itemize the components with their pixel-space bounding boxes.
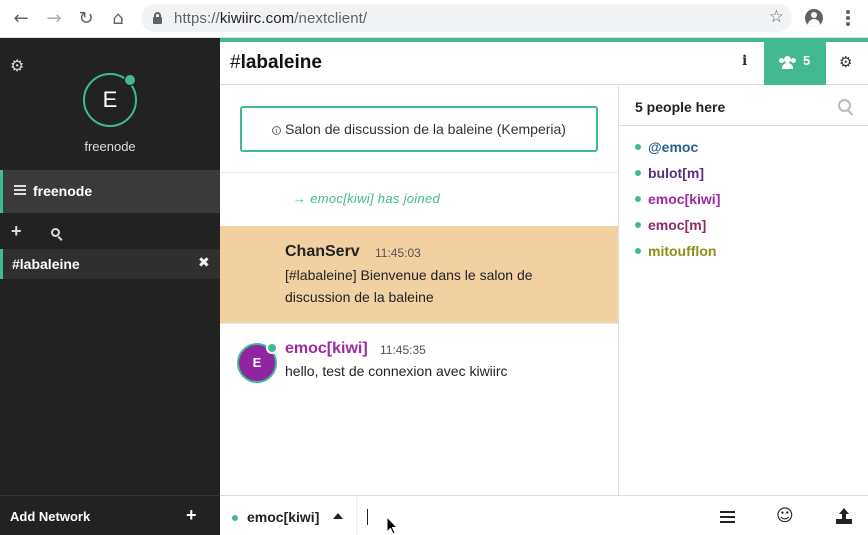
info-circle-icon: i bbox=[272, 126, 282, 135]
avatar-letter: E bbox=[252, 355, 262, 370]
emoji-icon[interactable]: ☺ bbox=[776, 506, 794, 526]
sidebar-item-labaleine[interactable]: #labaleine ✖ bbox=[0, 249, 220, 279]
divider bbox=[220, 323, 618, 324]
gear-icon[interactable]: ⚙ bbox=[10, 56, 24, 75]
server-icon bbox=[14, 185, 26, 196]
add-network-button[interactable]: Add Network + bbox=[0, 495, 220, 535]
self-nick-button[interactable]: emoc[kiwi] bbox=[220, 496, 357, 535]
browser-toolbar: ← → ↻ ⌂ https://kiwiirc.com/nextclient/ … bbox=[0, 0, 868, 38]
network-tools: + bbox=[0, 218, 220, 248]
message-nick[interactable]: emoc[kiwi] bbox=[285, 340, 368, 358]
list-item[interactable]: @emoc bbox=[635, 139, 698, 161]
nick-list-header: 5 people here bbox=[619, 86, 868, 126]
online-dot-icon bbox=[635, 248, 641, 254]
avatar-letter: E bbox=[102, 87, 118, 112]
message-avatar[interactable]: E bbox=[237, 342, 278, 383]
add-network-label: Add Network bbox=[10, 509, 91, 524]
online-dot-icon bbox=[232, 515, 238, 521]
online-status-icon bbox=[266, 342, 278, 354]
browser-menu-icon[interactable] bbox=[838, 8, 858, 30]
list-item[interactable]: emoc[kiwi] bbox=[635, 191, 720, 213]
mouse-pointer-icon bbox=[386, 516, 398, 535]
sidebar-item-freenode[interactable]: freenode bbox=[0, 170, 220, 213]
list-item[interactable]: bulot[m] bbox=[635, 165, 704, 187]
info-icon[interactable]: i bbox=[742, 53, 747, 69]
join-notice: → emoc[kiwi] has joined bbox=[293, 191, 441, 206]
network-name: freenode bbox=[84, 139, 136, 154]
text-cursor bbox=[367, 509, 368, 525]
online-status-icon bbox=[124, 74, 136, 86]
list-item[interactable]: mitoufflon bbox=[635, 243, 716, 265]
hamburger-menu-icon[interactable] bbox=[720, 511, 735, 523]
message-text: [#labaleine] Bienvenue dans le salon de … bbox=[285, 267, 533, 305]
profile-icon[interactable] bbox=[805, 9, 823, 27]
sidebar: ⚙ E freenode freenode + #labaleine ✖ Add… bbox=[0, 38, 220, 535]
plus-icon: + bbox=[186, 505, 197, 525]
caret-up-icon bbox=[333, 513, 343, 519]
channel-search-icon[interactable] bbox=[51, 228, 63, 241]
online-dot-icon bbox=[635, 222, 641, 228]
url-text: https://kiwiirc.com/nextclient/ bbox=[174, 10, 368, 27]
message-text: hello, test de connexion avec kiwiirc bbox=[285, 363, 508, 379]
message-input[interactable] bbox=[366, 502, 696, 530]
page-title: #labaleine bbox=[230, 52, 322, 73]
people-button[interactable]: 5 bbox=[764, 38, 826, 85]
nick-list: 5 people here @emoc bulot[m] emoc[kiwi] … bbox=[618, 86, 868, 495]
avatar[interactable]: E bbox=[83, 73, 137, 127]
online-dot-icon bbox=[635, 144, 641, 150]
self-nick-label: emoc[kiwi] bbox=[247, 509, 320, 525]
channel-settings-gear-icon[interactable]: ⚙ bbox=[839, 53, 852, 71]
close-icon[interactable]: ✖ bbox=[198, 255, 210, 271]
sidebar-item-label: freenode bbox=[33, 183, 93, 199]
online-dot-icon bbox=[635, 170, 641, 176]
nick-search-icon[interactable] bbox=[838, 99, 854, 116]
reload-icon[interactable]: ↻ bbox=[75, 8, 97, 30]
input-bar: emoc[kiwi] ☺ bbox=[220, 495, 868, 535]
topic-text: Salon de discussion de la baleine (Kempe… bbox=[285, 121, 566, 137]
channel-header: #labaleine i 5 ⚙ bbox=[220, 38, 868, 85]
list-item[interactable]: emoc[m] bbox=[635, 217, 706, 239]
channel-topic: i Salon de discussion de la baleine (Kemp… bbox=[240, 106, 598, 152]
back-arrow-icon[interactable]: ← bbox=[10, 8, 32, 30]
address-bar[interactable]: https://kiwiirc.com/nextclient/ ☆ bbox=[141, 4, 792, 32]
lock-icon bbox=[153, 12, 162, 24]
online-dot-icon bbox=[635, 196, 641, 202]
message-item: ChanServ 11:45:03 [#labaleine] Bienvenue… bbox=[220, 226, 618, 323]
home-icon[interactable]: ⌂ bbox=[107, 8, 129, 30]
users-icon bbox=[779, 56, 797, 69]
bookmark-star-icon[interactable]: ☆ bbox=[769, 7, 784, 27]
people-count: 5 bbox=[803, 53, 811, 68]
upload-icon[interactable] bbox=[836, 508, 852, 524]
forward-arrow-icon[interactable]: → bbox=[43, 8, 65, 30]
message-list: i Salon de discussion de la baleine (Kemp… bbox=[220, 86, 618, 495]
people-here-label: 5 people here bbox=[635, 99, 726, 115]
channel-label: #labaleine bbox=[12, 256, 80, 272]
divider bbox=[220, 172, 618, 173]
add-channel-plus-icon[interactable]: + bbox=[11, 221, 22, 242]
message-time: 11:45:35 bbox=[380, 343, 426, 357]
message-time: 11:45:03 bbox=[375, 246, 421, 260]
message-nick[interactable]: ChanServ bbox=[285, 243, 360, 261]
